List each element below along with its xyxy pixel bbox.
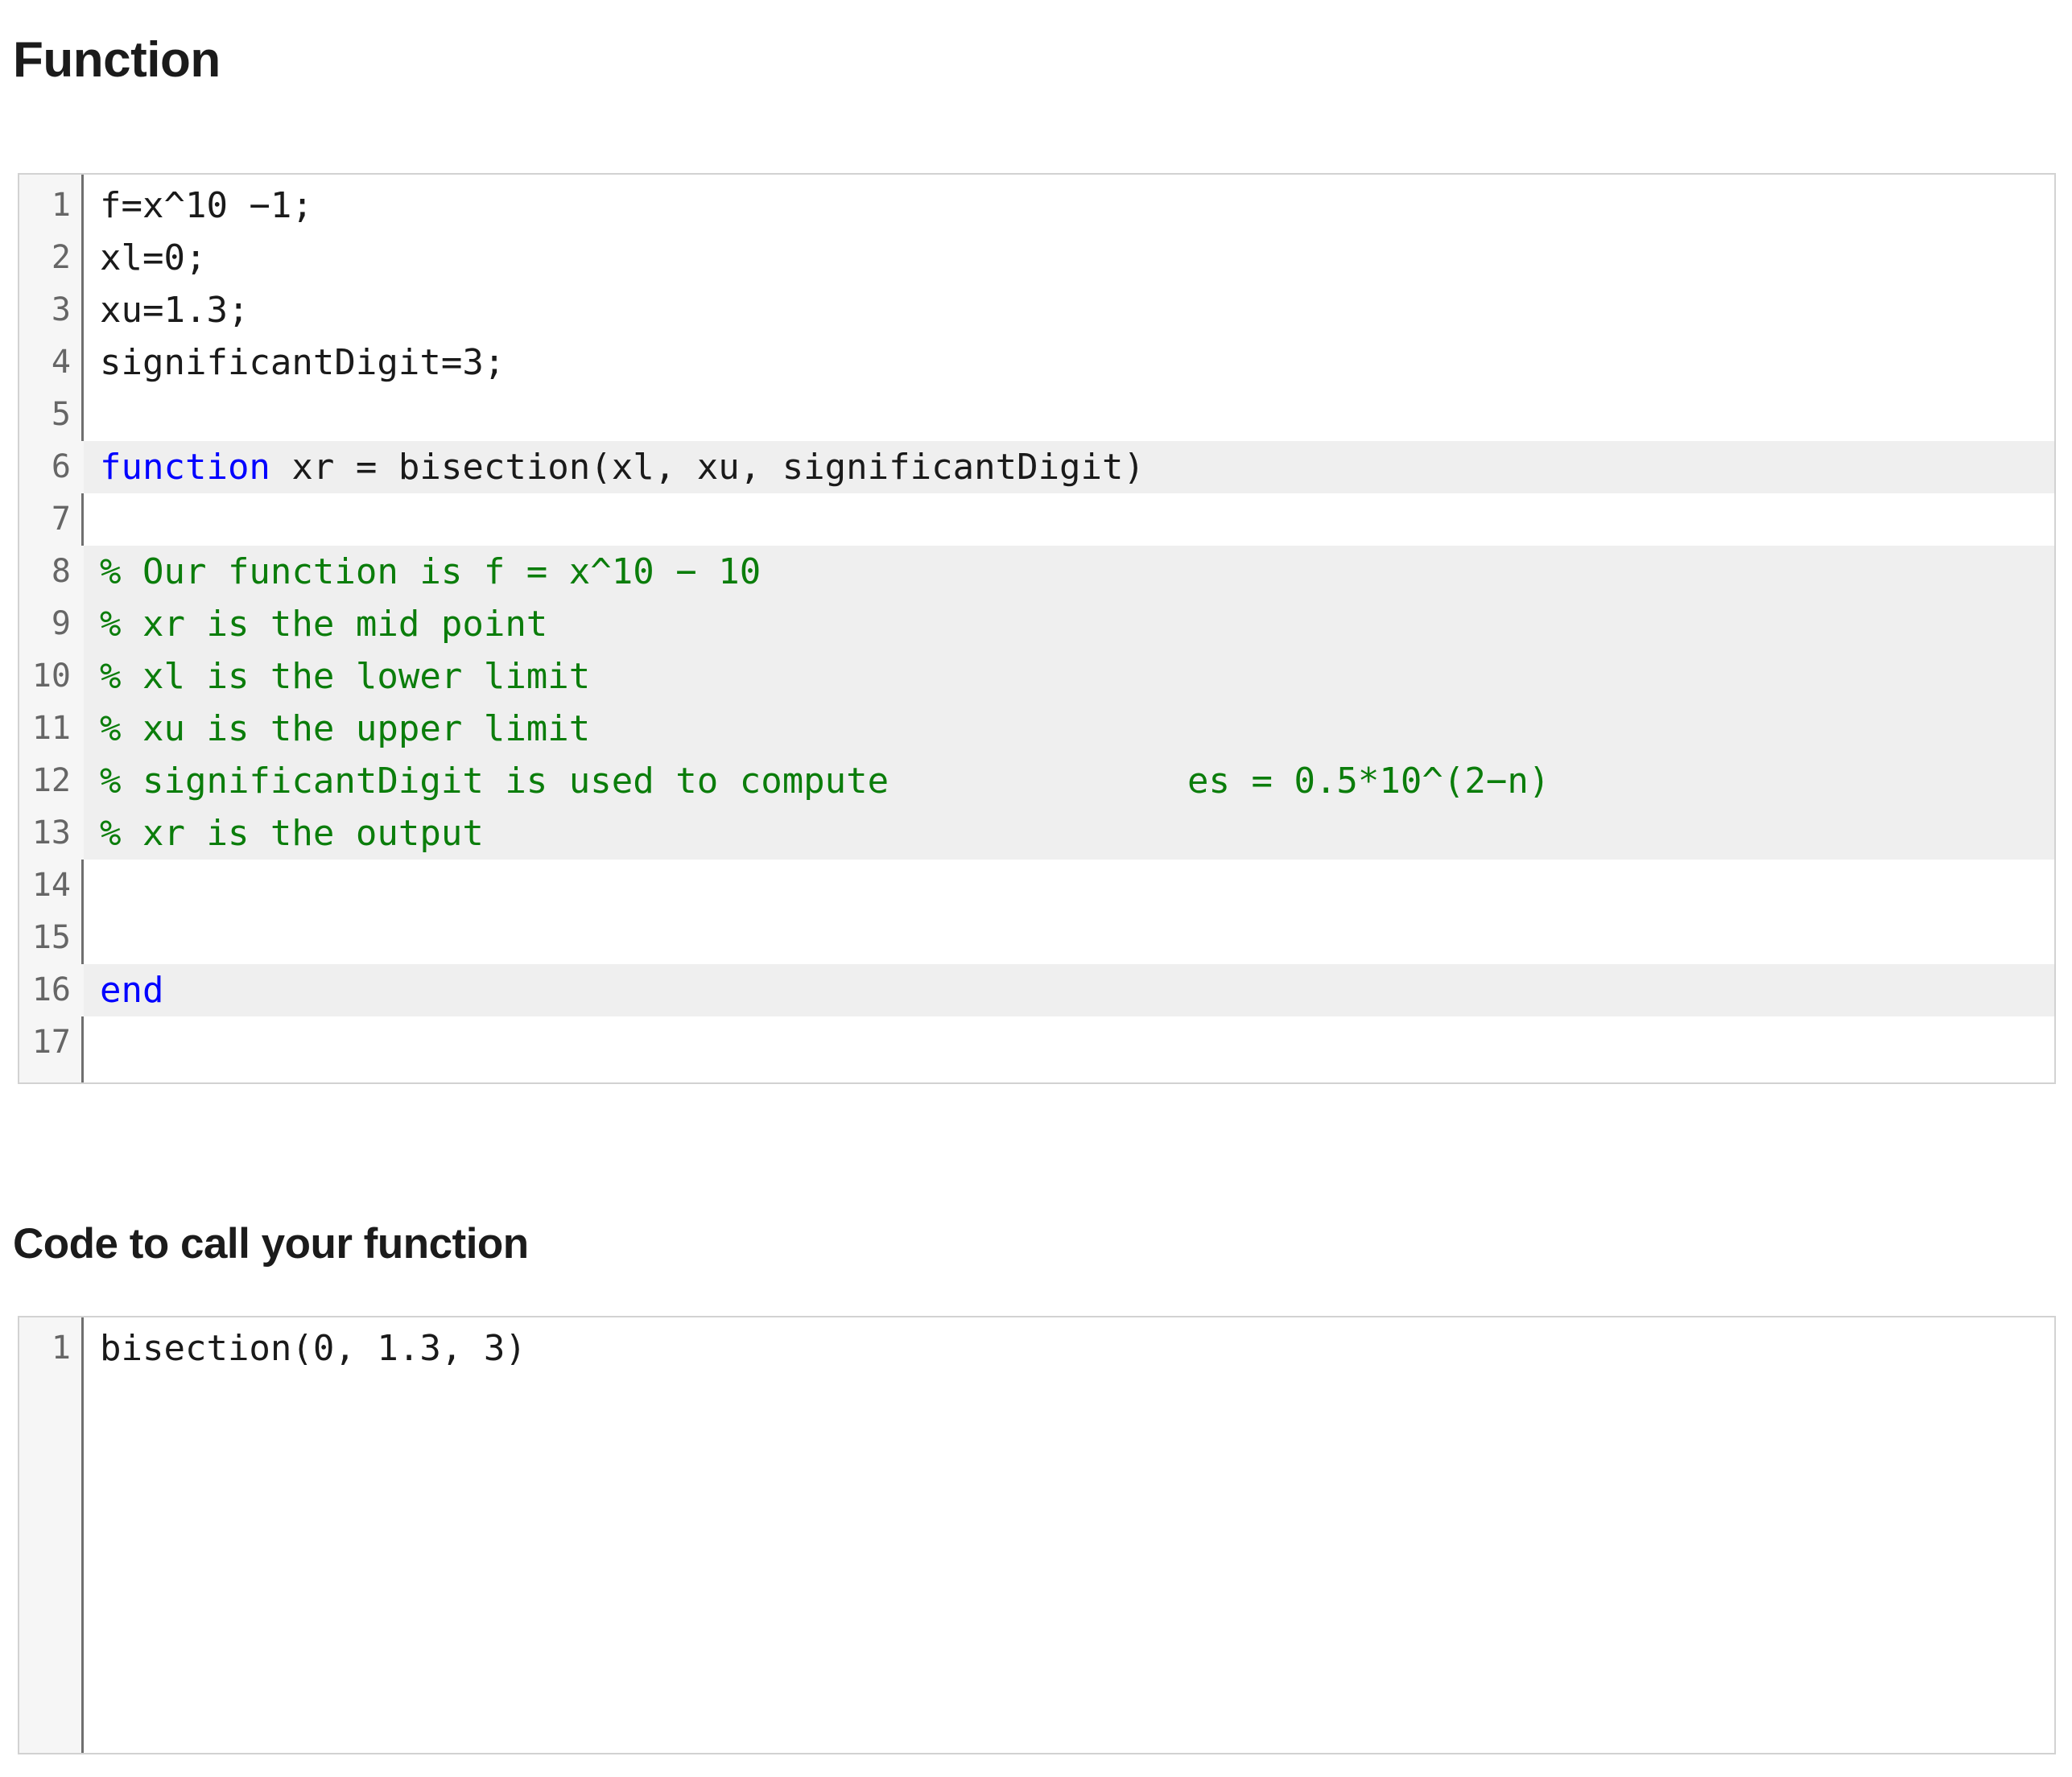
function-code-line-number: 4 <box>51 344 71 381</box>
function-code-code-token: f=x^10 −1; <box>100 185 313 226</box>
function-code-comment-token: % xr is the output <box>100 813 484 854</box>
call-code-line-text[interactable]: bisection(0, 1.3, 3) <box>84 1322 2054 1375</box>
call-gutter-background <box>19 1317 84 1753</box>
function-code-code-token: xu=1.3; <box>100 290 250 331</box>
call-code-editor[interactable]: 1 bisection(0, 1.3, 3) <box>18 1316 2056 1754</box>
function-code-line[interactable]: 1 f=x^10 −1; <box>19 179 2054 232</box>
function-code-line-number: 3 <box>51 291 71 328</box>
function-code-line[interactable]: 6 function xr = bisection(xl, xu, signifi… <box>19 441 2054 493</box>
call-code-lines: 1 bisection(0, 1.3, 3) <box>19 1317 2054 1375</box>
function-code-line[interactable]: 9 % xr is the mid point <box>19 598 2054 650</box>
function-code-keyword-token: function <box>100 447 270 488</box>
function-code-line-number: 2 <box>51 239 71 276</box>
page-root: Function 1 f=x^10 −1; 2 xl=0; 3 xu=1.3; 4 signi… <box>0 0 2072 1777</box>
function-code-line-text[interactable]: end <box>84 964 2054 1016</box>
function-code-line-number: 5 <box>51 396 71 433</box>
function-code-line-text[interactable]: % xl is the lower limit <box>84 650 2054 703</box>
function-code-line-number: 12 <box>19 755 84 807</box>
function-code-line-text[interactable]: function xr = bisection(xl, xu, signific… <box>84 441 2054 493</box>
function-code-inner: 1 f=x^10 −1; 2 xl=0; 3 xu=1.3; 4 significantDig… <box>19 175 2054 1082</box>
function-code-comment-token: % significantDigit is used to compute es… <box>100 761 1550 802</box>
function-code-line-number: 16 <box>19 964 84 1016</box>
function-code-line-text[interactable]: % xr is the output <box>84 807 2054 860</box>
function-code-line-number: 15 <box>31 919 71 956</box>
call-code-code-token: bisection(0, 1.3, 3) <box>100 1328 526 1369</box>
function-code-keyword-token: end <box>100 970 164 1011</box>
call-code-inner: 1 bisection(0, 1.3, 3) <box>19 1317 2054 1753</box>
call-code-line-number: 1 <box>51 1330 71 1367</box>
function-code-line-number: 8 <box>19 546 84 598</box>
function-code-line[interactable]: 16 end <box>19 964 2054 1016</box>
function-code-line[interactable]: 10 % xl is the lower limit <box>19 650 2054 703</box>
function-code-line-text[interactable]: xu=1.3; <box>84 284 2054 336</box>
function-code-code-token: xl=0; <box>100 237 207 278</box>
function-code-line-number: 9 <box>19 598 84 650</box>
function-code-line[interactable]: 2 xl=0; <box>19 232 2054 284</box>
function-code-editor[interactable]: 1 f=x^10 −1; 2 xl=0; 3 xu=1.3; 4 significantDig… <box>18 173 2056 1084</box>
function-code-comment-token: % xr is the mid point <box>100 604 548 645</box>
function-code-line[interactable]: 8 % Our function is f = x^10 − 10 <box>19 546 2054 598</box>
function-code-code-token: xr = bisection(xl, xu, significantDigit) <box>270 447 1145 488</box>
function-code-lines: 1 f=x^10 −1; 2 xl=0; 3 xu=1.3; 4 significantDig… <box>19 175 2054 1069</box>
function-code-line-number: 6 <box>19 441 84 493</box>
function-code-line-text[interactable]: xl=0; <box>84 232 2054 284</box>
page-title-function: Function <box>13 31 221 88</box>
function-code-code-token: significantDigit=3; <box>100 342 506 383</box>
function-code-line-number: 11 <box>19 703 84 755</box>
function-code-line[interactable]: 5 <box>19 389 2054 441</box>
function-code-line-text[interactable]: % Our function is f = x^10 − 10 <box>84 546 2054 598</box>
function-code-line[interactable]: 4 significantDigit=3; <box>19 336 2054 389</box>
function-code-line[interactable]: 15 <box>19 912 2054 964</box>
function-code-line-number: 1 <box>51 187 71 224</box>
function-code-line-text[interactable]: % xu is the upper limit <box>84 703 2054 755</box>
function-code-comment-token: % xl is the lower limit <box>100 656 591 697</box>
function-code-line-number: 10 <box>19 650 84 703</box>
function-code-line-text[interactable]: % xr is the mid point <box>84 598 2054 650</box>
page-title-code-to-call: Code to call your function <box>13 1219 529 1268</box>
function-code-comment-token: % xu is the upper limit <box>100 708 591 749</box>
function-code-line[interactable]: 14 <box>19 860 2054 912</box>
function-code-line-text[interactable]: % significantDigit is used to compute es… <box>84 755 2054 807</box>
function-code-line[interactable]: 13 % xr is the output <box>19 807 2054 860</box>
function-code-line[interactable]: 17 <box>19 1016 2054 1069</box>
function-code-comment-token: % Our function is f = x^10 − 10 <box>100 551 762 592</box>
call-code-line[interactable]: 1 bisection(0, 1.3, 3) <box>19 1322 2054 1375</box>
function-code-line-number: 17 <box>31 1024 71 1061</box>
function-code-line-text[interactable]: f=x^10 −1; <box>84 179 2054 232</box>
function-code-line[interactable]: 12 % significantDigit is used to compute … <box>19 755 2054 807</box>
function-code-line-number: 14 <box>31 867 71 904</box>
function-code-line-number: 13 <box>19 807 84 860</box>
function-code-line-number: 7 <box>51 501 71 538</box>
function-code-line[interactable]: 7 <box>19 493 2054 546</box>
function-code-line[interactable]: 11 % xu is the upper limit <box>19 703 2054 755</box>
function-code-line[interactable]: 3 xu=1.3; <box>19 284 2054 336</box>
function-code-line-text[interactable]: significantDigit=3; <box>84 336 2054 389</box>
